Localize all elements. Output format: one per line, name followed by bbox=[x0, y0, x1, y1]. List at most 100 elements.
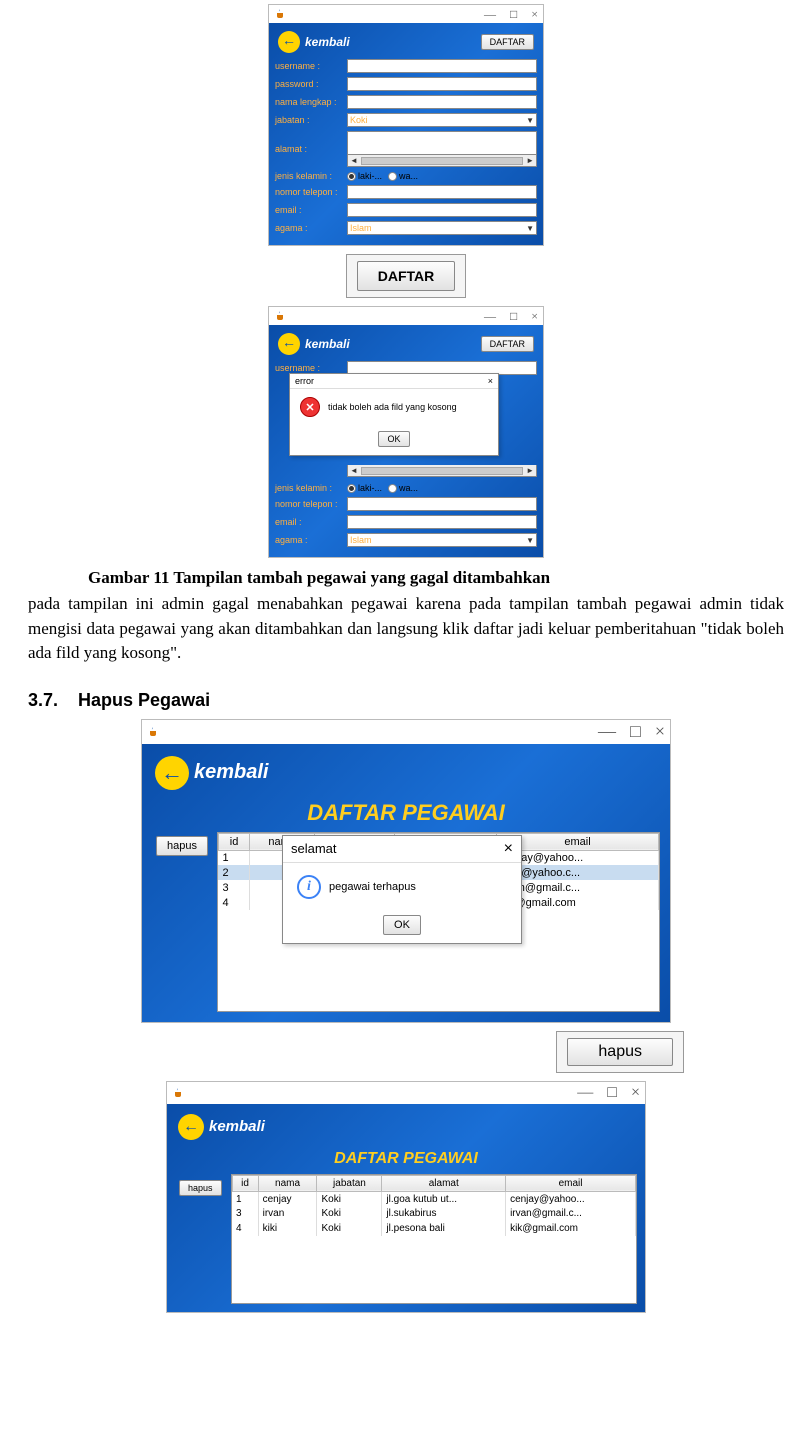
minimize-icon[interactable]: — bbox=[598, 721, 616, 742]
hapus-button[interactable]: hapus bbox=[156, 836, 208, 856]
back-icon[interactable]: ← bbox=[278, 31, 300, 53]
dialog-close-icon[interactable]: × bbox=[504, 840, 513, 858]
label-username: username : bbox=[275, 61, 343, 71]
titlebar: — □ × bbox=[142, 720, 670, 744]
label-username: username : bbox=[275, 363, 343, 373]
window-tambah-pegawai-2: — □ × ← kembali DAFTAR username : error ×… bbox=[268, 306, 544, 558]
radio-laki[interactable]: laki-... bbox=[347, 483, 382, 493]
table-row[interactable]: 4kikiKokijl.pesona balikik@gmail.com bbox=[232, 1221, 635, 1236]
minimize-icon[interactable]: — bbox=[484, 309, 496, 324]
dialog-message: pegawai terhapus bbox=[329, 881, 416, 893]
label-agama: agama : bbox=[275, 223, 343, 233]
back-icon[interactable]: ← bbox=[155, 756, 189, 790]
kembali-label[interactable]: kembali bbox=[305, 35, 350, 49]
java-icon bbox=[274, 8, 288, 20]
titlebar: — □ × bbox=[167, 1082, 645, 1104]
titlebar: — □ × bbox=[269, 307, 543, 325]
col-id[interactable]: id bbox=[218, 833, 249, 850]
nama-lengkap-field[interactable] bbox=[347, 95, 537, 109]
info-icon: i bbox=[297, 875, 321, 899]
paragraph: pada tampilan ini admin gagal menabahkan… bbox=[28, 592, 784, 666]
window-daftar-pegawai-2: — □ × ← kembali DAFTAR PEGAWAI hapus id … bbox=[166, 1081, 646, 1313]
minimize-icon[interactable]: — bbox=[484, 7, 496, 22]
hapus-button-large-frame: hapus bbox=[28, 1031, 784, 1073]
maximize-icon[interactable]: □ bbox=[510, 7, 517, 22]
agama-select[interactable]: Islam▼ bbox=[347, 221, 537, 235]
scrollbar[interactable]: ◄► bbox=[347, 155, 537, 167]
titlebar: — □ × bbox=[269, 5, 543, 23]
table-row[interactable]: 1cenjayKokijl.goa kutub ut...cenjay@yaho… bbox=[232, 1191, 635, 1206]
back-icon[interactable]: ← bbox=[278, 333, 300, 355]
radio-laki[interactable]: laki-... bbox=[347, 171, 382, 181]
java-icon bbox=[147, 726, 161, 738]
hapus-button-large[interactable]: hapus bbox=[567, 1038, 673, 1066]
col-nama[interactable]: nama bbox=[258, 1175, 317, 1191]
ok-button[interactable]: OK bbox=[378, 431, 409, 447]
daftar-button[interactable]: DAFTAR bbox=[481, 336, 534, 352]
kembali-label[interactable]: kembali bbox=[194, 761, 268, 784]
close-icon[interactable]: × bbox=[631, 1084, 640, 1102]
label-nomor-telepon: nomor telepon : bbox=[275, 187, 343, 197]
window-tambah-pegawai-1: — □ × ← kembali DAFTAR username : passwo… bbox=[268, 4, 544, 246]
close-icon[interactable]: × bbox=[531, 7, 538, 22]
label-password: password : bbox=[275, 79, 343, 89]
col-email[interactable]: email bbox=[506, 1175, 636, 1191]
nomor-telepon-field[interactable] bbox=[347, 497, 537, 511]
radio-wanita[interactable]: wa... bbox=[388, 483, 418, 493]
maximize-icon[interactable]: □ bbox=[510, 309, 517, 324]
agama-select[interactable]: Islam▼ bbox=[347, 533, 537, 547]
col-id[interactable]: id bbox=[232, 1175, 258, 1191]
alamat-field[interactable] bbox=[347, 131, 537, 155]
label-alamat: alamat : bbox=[275, 144, 343, 154]
dialog-title: selamat bbox=[291, 841, 337, 856]
section-heading: 3.7.Hapus Pegawai bbox=[28, 690, 784, 711]
jabatan-select[interactable]: Koki▼ bbox=[347, 113, 537, 127]
error-icon: ✕ bbox=[300, 397, 320, 417]
window-daftar-pegawai-1: — □ × ← kembali DAFTAR PEGAWAI hapus id … bbox=[141, 719, 671, 1023]
page-title: DAFTAR PEGAWAI bbox=[175, 1150, 637, 1168]
nomor-telepon-field[interactable] bbox=[347, 185, 537, 199]
chevron-down-icon: ▼ bbox=[526, 536, 534, 545]
java-icon bbox=[172, 1087, 186, 1099]
label-nama-lengkap: nama lengkap : bbox=[275, 97, 343, 107]
maximize-icon[interactable]: □ bbox=[607, 1084, 617, 1102]
chevron-down-icon: ▼ bbox=[526, 116, 534, 125]
col-alamat[interactable]: alamat bbox=[382, 1175, 506, 1191]
daftar-button[interactable]: DAFTAR bbox=[481, 34, 534, 50]
hapus-button[interactable]: hapus bbox=[179, 1180, 222, 1196]
dialog-title: error bbox=[295, 376, 314, 386]
maximize-icon[interactable]: □ bbox=[630, 721, 641, 742]
username-field[interactable] bbox=[347, 59, 537, 73]
kembali-label[interactable]: kembali bbox=[305, 337, 350, 351]
email-field[interactable] bbox=[347, 515, 537, 529]
pegawai-table: id nama jabatan alamat email 1cenjayKoki… bbox=[232, 1175, 636, 1237]
email-field[interactable] bbox=[347, 203, 537, 217]
close-icon[interactable]: × bbox=[531, 309, 538, 324]
password-field[interactable] bbox=[347, 77, 537, 91]
back-icon[interactable]: ← bbox=[178, 1114, 204, 1140]
label-email: email : bbox=[275, 205, 343, 215]
label-jenis-kelamin: jenis kelamin : bbox=[275, 171, 343, 181]
close-icon[interactable]: × bbox=[655, 721, 665, 742]
label-email: email : bbox=[275, 517, 343, 527]
minimize-icon[interactable]: — bbox=[577, 1084, 593, 1102]
java-icon bbox=[274, 310, 288, 322]
page-title: DAFTAR PEGAWAI bbox=[152, 800, 660, 826]
chevron-down-icon: ▼ bbox=[526, 224, 534, 233]
daftar-button-large[interactable]: DAFTAR bbox=[357, 261, 456, 291]
radio-wanita[interactable]: wa... bbox=[388, 171, 418, 181]
label-nomor-telepon: nomor telepon : bbox=[275, 499, 343, 509]
label-jabatan: jabatan : bbox=[275, 115, 343, 125]
error-message: tidak boleh ada fild yang kosong bbox=[328, 402, 457, 412]
figure-caption: Gambar 11 Tampilan tambah pegawai yang g… bbox=[28, 568, 784, 588]
ok-button[interactable]: OK bbox=[383, 915, 421, 935]
dialog-close-icon[interactable]: × bbox=[488, 376, 493, 386]
scrollbar[interactable]: ◄► bbox=[347, 465, 537, 477]
kembali-label[interactable]: kembali bbox=[209, 1118, 265, 1135]
info-dialog: selamat × i pegawai terhapus OK bbox=[282, 835, 522, 944]
error-dialog: error × ✕ tidak boleh ada fild yang koson… bbox=[289, 373, 499, 456]
col-jabatan[interactable]: jabatan bbox=[317, 1175, 382, 1191]
table-row[interactable]: 3irvanKokijl.sukabirusirvan@gmail.c... bbox=[232, 1206, 635, 1221]
label-jenis-kelamin: jenis kelamin : bbox=[275, 483, 343, 493]
label-agama: agama : bbox=[275, 535, 343, 545]
